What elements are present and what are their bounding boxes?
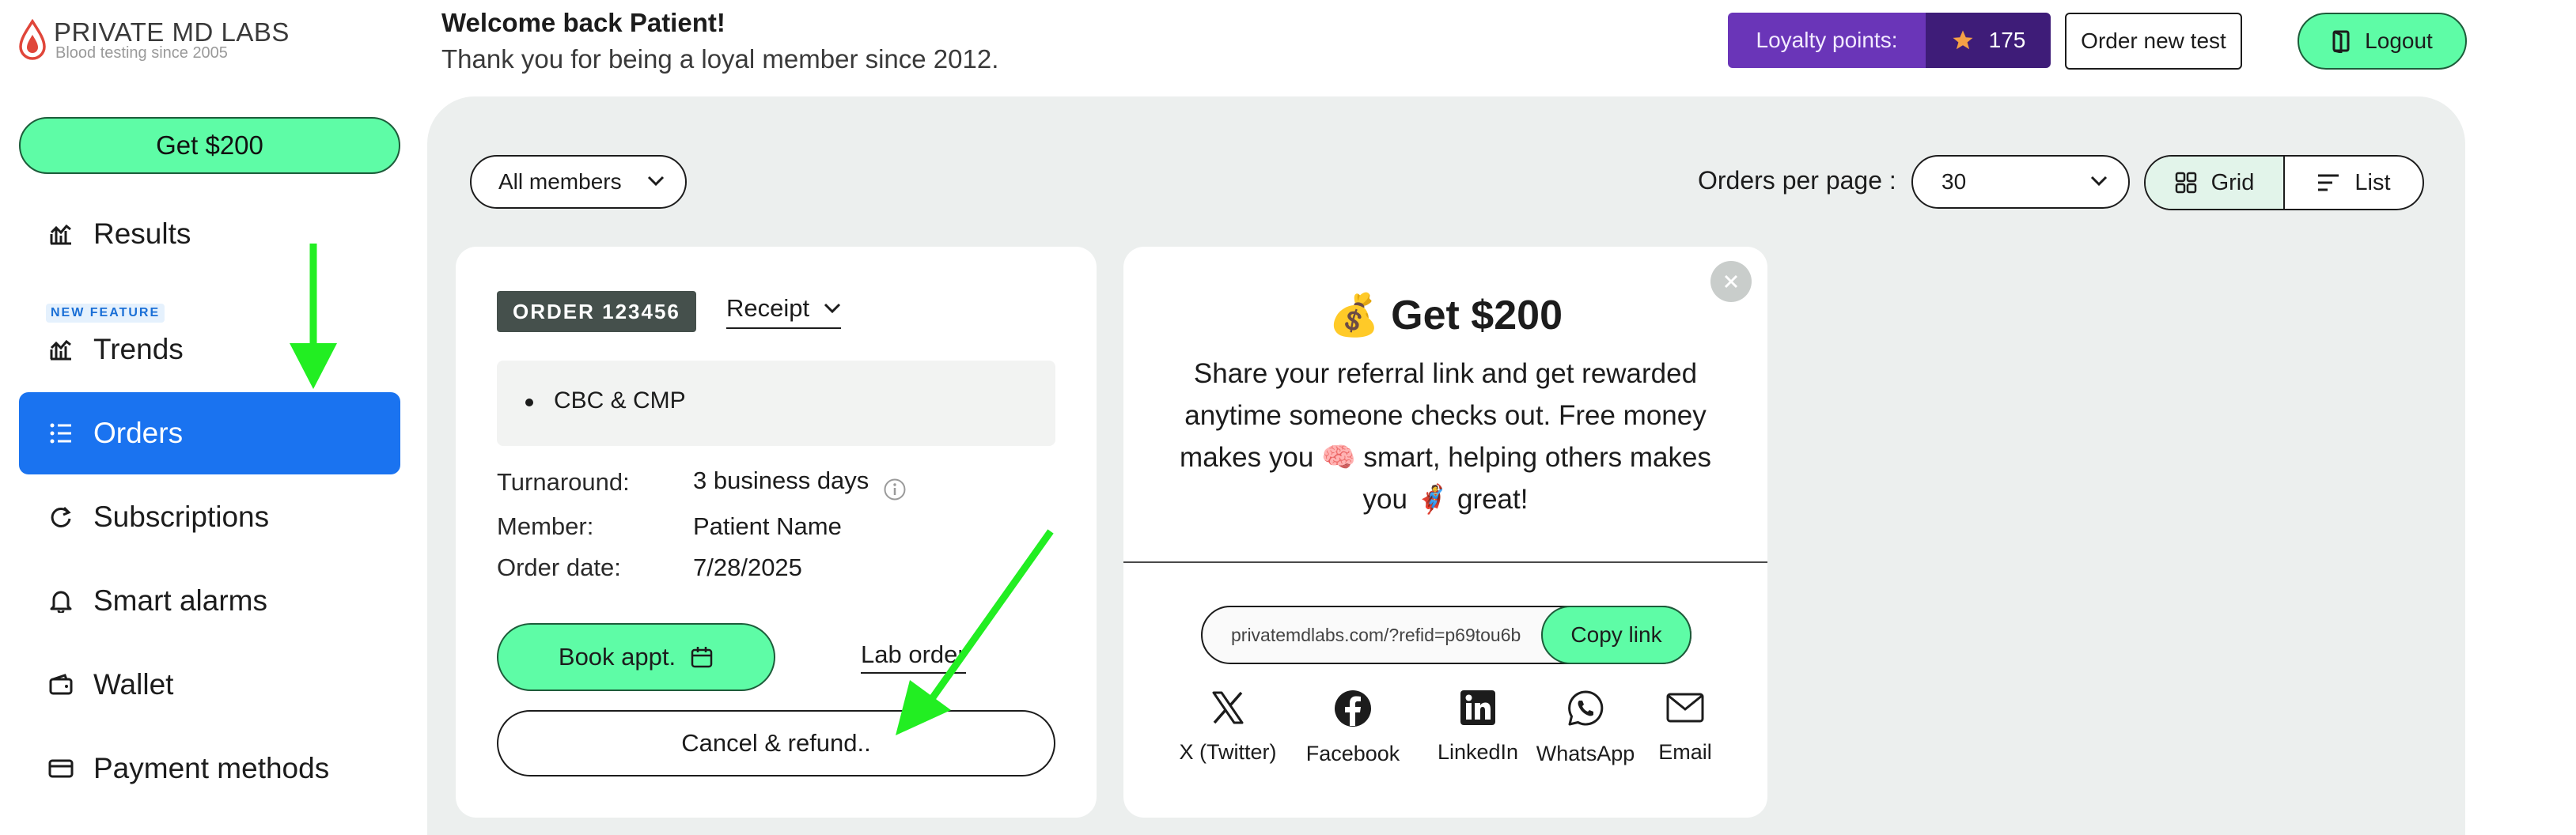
share-label: X (Twitter)	[1179, 740, 1277, 764]
members-select[interactable]: All members	[470, 155, 687, 209]
order-number-badge: ORDER 123456	[497, 291, 696, 332]
loyalty-value: 175	[1988, 28, 2026, 52]
get-200-button[interactable]: Get $200	[19, 117, 400, 174]
welcome-heading: Welcome back Patient!	[441, 8, 725, 37]
star-icon	[1953, 30, 1973, 50]
sidebar-item-label: Orders	[93, 417, 184, 449]
book-appointment-button[interactable]: Book appt.	[497, 623, 775, 691]
members-select-value: All members	[498, 169, 622, 194]
logout-label: Logout	[2365, 28, 2433, 53]
grid-icon	[2175, 172, 2196, 194]
receipt-label: Receipt	[726, 294, 810, 322]
copy-link-button[interactable]: Copy link	[1541, 606, 1691, 664]
list-lines-icon	[2318, 174, 2339, 191]
share-label: WhatsApp	[1536, 742, 1635, 765]
chevron-down-icon	[824, 303, 841, 314]
list-view-label: List	[2354, 169, 2391, 195]
email-icon	[1666, 693, 1704, 723]
divider	[1123, 561, 1767, 563]
loyalty-label: Loyalty points:	[1728, 13, 1926, 68]
sidebar-item-label: Payment methods	[93, 752, 330, 784]
member-value: Patient Name	[693, 512, 842, 540]
book-appointment-label: Book appt.	[558, 643, 676, 671]
linkedin-icon	[1460, 690, 1495, 725]
turnaround-label: Turnaround:	[497, 468, 630, 496]
order-date-label: Order date:	[497, 554, 621, 581]
brand-name: PRIVATE MD LABS	[54, 17, 290, 47]
sidebar-item-subscriptions[interactable]: Subscriptions	[19, 476, 400, 558]
sidebar-item-results[interactable]: Results	[19, 193, 400, 275]
member-label: Member:	[497, 512, 594, 540]
info-icon[interactable]	[883, 478, 907, 501]
receipt-dropdown[interactable]: Receipt	[726, 294, 842, 329]
lab-order-link[interactable]: Lab order	[861, 640, 966, 674]
sidebar-item-label: Results	[93, 217, 191, 250]
brand-tagline: Blood testing since 2005	[55, 44, 228, 62]
list-icon	[47, 420, 74, 447]
wallet-icon	[47, 671, 74, 698]
facebook-icon	[1335, 690, 1371, 727]
share-label: Facebook	[1305, 742, 1400, 765]
bullet-dot	[525, 399, 533, 406]
share-email[interactable]: Email	[1638, 690, 1733, 765]
loyalty-points-badge[interactable]: Loyalty points: 175	[1728, 13, 2051, 68]
logout-button[interactable]: Logout	[2298, 13, 2467, 70]
credit-card-icon	[47, 755, 74, 782]
view-toggle: Grid List	[2144, 155, 2424, 210]
close-icon	[1724, 274, 1738, 289]
membership-note: Thank you for being a loyal member since…	[441, 44, 999, 74]
blood-drop-icon	[19, 19, 46, 60]
trend-chart-icon	[47, 336, 74, 363]
referral-title: 💰 Get $200	[1328, 293, 1563, 338]
order-tests-list: CBC & CMP	[497, 361, 1055, 446]
bell-icon	[47, 588, 74, 614]
calendar-icon	[691, 647, 713, 668]
logout-icon	[2332, 30, 2350, 53]
sidebar-item-smart-alarms[interactable]: Smart alarms	[19, 560, 400, 642]
cancel-refund-button[interactable]: Cancel & refund..	[497, 710, 1055, 776]
chevron-down-icon	[2090, 176, 2108, 187]
refresh-icon	[47, 504, 74, 531]
whatsapp-icon	[1568, 690, 1604, 726]
sidebar-item-trends[interactable]: Trends	[19, 308, 400, 391]
chart-icon	[47, 221, 74, 247]
share-linkedin[interactable]: LinkedIn	[1422, 690, 1533, 765]
order-date-value: 7/28/2025	[693, 554, 802, 581]
x-twitter-icon	[1212, 691, 1244, 724]
orders-per-page-label: Orders per page :	[1698, 166, 1896, 195]
sidebar-item-label: Subscriptions	[93, 501, 270, 533]
sidebar-item-wallet[interactable]: Wallet	[19, 644, 400, 726]
turnaround-value: 3 business days	[693, 467, 869, 494]
sidebar-item-label: Wallet	[93, 668, 174, 701]
chevron-down-icon	[647, 176, 665, 187]
orders-per-page-value: 30	[1941, 169, 1967, 194]
orders-per-page-select[interactable]: 30	[1911, 155, 2130, 209]
brand-logo[interactable]: PRIVATE MD LABS Blood testing since 2005	[17, 16, 289, 63]
referral-description: Share your referral link and get rewarde…	[1180, 358, 1711, 515]
grid-view-button[interactable]: Grid	[2146, 157, 2285, 209]
order-new-test-button[interactable]: Order new test	[2065, 13, 2242, 70]
referral-link-text: privatemdlabs.com/?refid=p69tou6b	[1231, 625, 1521, 645]
sidebar-item-payment-methods[interactable]: Payment methods	[19, 727, 400, 810]
share-label: Email	[1658, 740, 1712, 764]
share-label: LinkedIn	[1437, 740, 1519, 764]
sidebar-item-label: Trends	[93, 333, 184, 365]
grid-view-label: Grid	[2210, 169, 2255, 195]
list-view-button[interactable]: List	[2285, 157, 2423, 209]
share-x-twitter[interactable]: X (Twitter)	[1172, 690, 1283, 765]
list-item: CBC & CMP	[554, 387, 686, 414]
sidebar-item-label: Smart alarms	[93, 584, 267, 617]
sidebar-item-orders[interactable]: Orders	[19, 392, 400, 474]
share-facebook[interactable]: Facebook	[1297, 690, 1408, 766]
share-whatsapp[interactable]: WhatsApp	[1530, 690, 1641, 766]
